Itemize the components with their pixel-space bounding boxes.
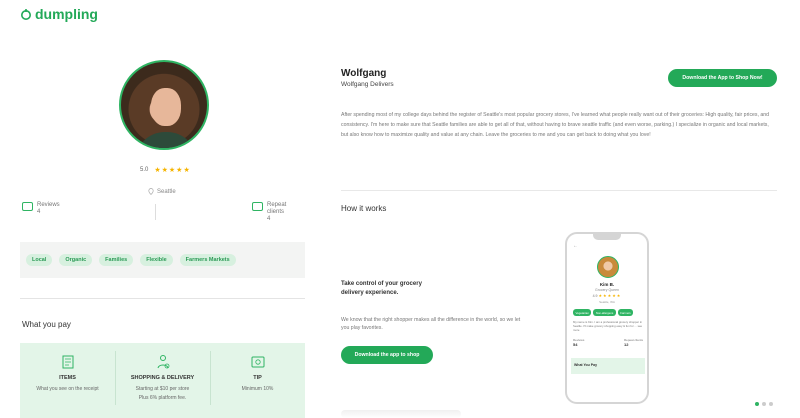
phone-rating-value: 4.9 xyxy=(592,294,598,298)
carousel-dot[interactable] xyxy=(769,402,773,406)
location-pin-icon xyxy=(148,188,154,195)
rating-value: 5.0 xyxy=(140,167,149,173)
download-app-to-shop-button[interactable]: Download the app to shop xyxy=(341,346,433,364)
what-you-pay-title: What you pay xyxy=(22,320,71,329)
pay-items-heading: ITEMS xyxy=(59,375,76,381)
tag-local[interactable]: Local xyxy=(26,254,53,266)
phone-shopper-name: Kim B. xyxy=(599,282,615,287)
location-text: Seattle xyxy=(157,188,176,195)
phone-star-icon: ★★★★★ xyxy=(598,293,622,298)
divider xyxy=(341,190,777,191)
delivery-icon xyxy=(157,355,169,369)
shopper-bio: After spending most of my college days b… xyxy=(341,112,770,138)
how-it-works-text: We know that the right shopper makes all… xyxy=(341,317,521,331)
dumpling-logo-icon xyxy=(21,9,31,20)
pay-items: ITEMS What you see on the receipt xyxy=(20,343,115,418)
repeat-value: 4 xyxy=(267,216,271,222)
phone-notch xyxy=(593,234,621,240)
tip-icon xyxy=(251,356,264,368)
phone-repeat: Repeat clients 12 xyxy=(623,338,643,347)
phone-tag: Vegetarian xyxy=(573,309,592,316)
how-it-works-title: How it works xyxy=(341,204,387,213)
pay-delivery-heading: SHOPPING & DELIVERY xyxy=(130,375,195,381)
pay-delivery-desc: Starting at $10 per store xyxy=(135,385,190,392)
pay-tip-heading: TIP xyxy=(253,375,262,381)
pay-delivery-fee: Plus 6% platform fee. xyxy=(138,394,187,401)
rating: 5.0 ★★★★★ xyxy=(140,166,191,174)
avatar xyxy=(119,60,209,150)
star-rating-icon: ★★★★★ xyxy=(154,167,191,174)
back-arrow-icon: ← xyxy=(573,243,578,249)
phone-stats: Reviews 54 Repeat clients 12 xyxy=(573,338,643,347)
carousel-dot[interactable] xyxy=(755,402,759,406)
repeat-clients-stat: Repeat clients 4 xyxy=(252,202,305,223)
tag-organic[interactable]: Organic xyxy=(59,254,93,266)
pay-shopping-delivery: SHOPPING & DELIVERY Starting at $10 per … xyxy=(115,343,210,418)
phone-tag: Non-allergens xyxy=(593,309,616,316)
reviews-icon xyxy=(22,202,33,211)
specialty-tags: Local Organic Families Flexible Farmers … xyxy=(20,242,305,278)
tag-families[interactable]: Families xyxy=(99,254,134,266)
stats-divider xyxy=(155,204,156,220)
download-app-button[interactable]: Download the App to Shop Now! xyxy=(668,69,777,87)
shopper-name: Wolfgang xyxy=(341,68,387,79)
phone-shopper-role: Grocery Queen xyxy=(595,288,619,292)
reviews-value: 4 xyxy=(37,209,41,215)
repeat-label: Repeat clients xyxy=(267,202,287,215)
footer-shadow xyxy=(341,410,461,418)
tag-farmers-markets[interactable]: Farmers Markets xyxy=(179,254,236,266)
brand-logo[interactable]: dumpling xyxy=(20,6,98,22)
carousel-dots xyxy=(755,402,773,406)
pay-tip-desc: Minimum 10% xyxy=(241,385,274,392)
pay-tip: TIP Minimum 10% xyxy=(210,343,305,418)
location: Seattle xyxy=(148,188,176,195)
receipt-icon xyxy=(62,355,73,369)
shopper-business-name: Wolfgang Delivers xyxy=(341,81,394,88)
divider xyxy=(20,298,305,299)
phone-avatar xyxy=(597,256,619,278)
pay-items-desc: What you see on the receipt xyxy=(36,385,99,392)
reviews-label: Reviews xyxy=(37,202,60,208)
reviews-stat: Reviews 4 xyxy=(22,202,60,216)
phone-what-you-pay: What You Pay xyxy=(571,358,645,374)
repeat-icon xyxy=(252,202,263,211)
phone-location: Seattle, WA xyxy=(599,300,615,304)
profile-stats: Reviews 4 Repeat clients 4 xyxy=(20,202,305,224)
what-you-pay-box: ITEMS What you see on the receipt SHOPPI… xyxy=(20,343,305,418)
phone-bio: My name is Kim. I am a professional groc… xyxy=(573,320,643,332)
phone-tags: Vegetarian Non-allergens Farmers xyxy=(573,309,634,316)
phone-tag: Farmers xyxy=(617,309,634,316)
take-control-heading: Take control of your grocery delivery ex… xyxy=(341,281,422,296)
carousel-dot[interactable] xyxy=(762,402,766,406)
phone-reviews: Reviews 54 xyxy=(573,338,585,347)
phone-rating: 4.9 ★★★★★ xyxy=(567,293,647,298)
tag-flexible[interactable]: Flexible xyxy=(140,254,173,266)
phone-mockup: ← Kim B. Grocery Queen 4.9 ★★★★★ Seattle… xyxy=(565,232,649,404)
brand-name: dumpling xyxy=(35,6,98,22)
